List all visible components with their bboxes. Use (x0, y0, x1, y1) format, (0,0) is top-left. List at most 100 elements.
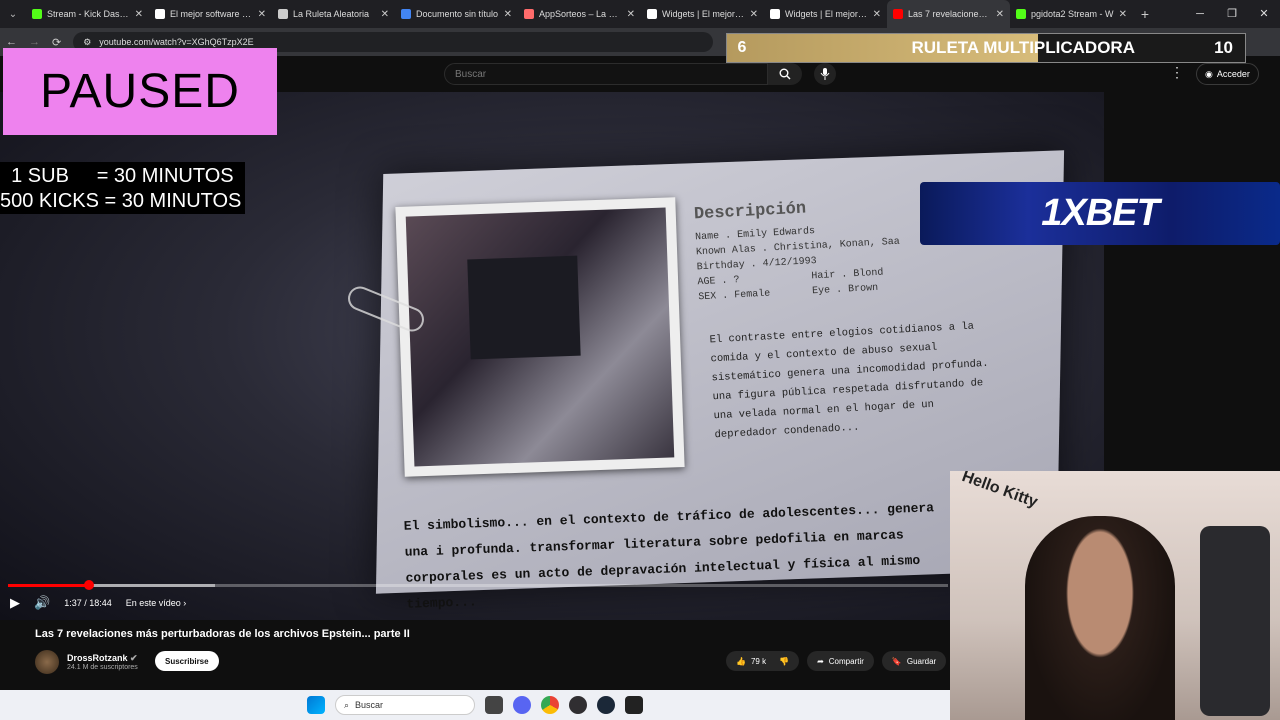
tab-close-icon[interactable]: ✕ (381, 9, 389, 20)
tab-favicon-icon (524, 9, 534, 19)
reload-icon[interactable]: ⟳ (52, 36, 61, 49)
subscriber-count: 24.1 M de suscriptores (67, 664, 138, 671)
tab-favicon-icon (278, 9, 288, 19)
tab-favicon-icon (155, 9, 165, 19)
epic-games-icon[interactable] (625, 696, 643, 714)
tab-title: pgidota2 Stream - W (1031, 9, 1114, 19)
browser-tab[interactable]: Las 7 revelaciones m ✕ (887, 0, 1010, 28)
browser-tab-strip: ⌄ Stream - Kick Dashbo ✕ El mejor software… (0, 0, 1280, 28)
back-icon[interactable]: ← (6, 36, 17, 48)
subscribe-button[interactable]: Suscribirse (155, 651, 219, 671)
sponsor-banner: 1XBET (920, 182, 1280, 245)
chapter-label: En este vídeo (125, 598, 181, 608)
roulette-label: RULETA MULTIPLICADORA (911, 38, 1136, 57)
tab-close-icon[interactable]: ✕ (258, 9, 266, 20)
save-button[interactable]: 🔖 Guardar (881, 651, 947, 671)
browser-tab[interactable]: Widgets | El mejor so ✕ (764, 0, 887, 28)
voice-search-button[interactable] (814, 63, 836, 85)
tab-close-icon[interactable]: ✕ (750, 9, 758, 20)
discord-icon[interactable] (513, 696, 531, 714)
share-icon: ➦ (817, 656, 824, 666)
windows-start-icon[interactable] (307, 696, 325, 714)
close-window-icon[interactable]: ✕ (1248, 0, 1280, 28)
channel-info: DrossRotzank ✔ 24.1 M de suscriptores (35, 650, 138, 674)
tab-title: Widgets | El mejor so (785, 9, 868, 19)
chapter-button[interactable]: En este vídeo › (126, 598, 187, 608)
volume-icon[interactable]: 🔊 (34, 595, 50, 611)
tab-favicon-icon (401, 9, 411, 19)
thumbs-down-icon[interactable]: 👎 (779, 657, 789, 666)
sign-in-label: Acceder (1216, 69, 1250, 79)
window-controls: ─ ❐ ✕ (1184, 0, 1280, 28)
site-info-icon[interactable]: ⚙ (83, 37, 91, 48)
share-button[interactable]: ➦ Compartir (807, 651, 874, 671)
browser-tab[interactable]: pgidota2 Stream - W ✕ (1010, 0, 1133, 28)
time-display: 1:37 / 18:44 (64, 598, 112, 608)
browser-tab[interactable]: La Ruleta Aleatoria ✕ (272, 0, 395, 28)
share-label: Compartir (828, 656, 864, 666)
search-icon: ⌕ (344, 699, 350, 710)
document-description: Descripción Name . Emily Edwards Known Al… (694, 195, 903, 306)
tab-close-icon[interactable]: ✕ (996, 9, 1004, 20)
search-input[interactable]: Buscar (444, 63, 768, 85)
tab-close-icon[interactable]: ✕ (504, 9, 512, 20)
tab-close-icon[interactable]: ✕ (873, 9, 881, 20)
play-icon[interactable]: ▶ (10, 595, 20, 611)
task-view-icon[interactable] (485, 696, 503, 714)
tab-search-chevron-icon[interactable]: ⌄ (0, 0, 26, 28)
tab-favicon-icon (32, 9, 42, 19)
browser-tab[interactable]: Widgets | El mejor so ✕ (641, 0, 764, 28)
url-text: youtube.com/watch?v=XGhQ6TzpX2E (99, 37, 254, 47)
document-paragraph: El contraste entre elogios cotidianos a … (709, 320, 989, 442)
obs-icon[interactable] (569, 696, 587, 714)
forward-icon[interactable]: → (29, 36, 40, 48)
search-button[interactable] (768, 63, 802, 85)
taskbar-search-label: Buscar (355, 700, 384, 710)
streamer-figure (1025, 516, 1175, 720)
progress-fill (8, 584, 89, 587)
roulette-right-number: 10 (1214, 38, 1233, 57)
censor-block (467, 255, 581, 360)
chrome-icon[interactable] (541, 696, 559, 714)
more-options-icon[interactable]: ⋮ (1170, 64, 1184, 81)
new-tab-button[interactable]: + (1133, 6, 1157, 22)
tab-title: AppSorteos – La Rule (539, 9, 622, 19)
like-button[interactable]: 👍 79 k 👎 (726, 651, 800, 671)
tab-favicon-icon (1016, 9, 1026, 19)
tab-favicon-icon (893, 9, 903, 19)
tab-title: El mejor software par (170, 9, 253, 19)
tab-title: Stream - Kick Dashbo (47, 9, 130, 19)
tab-title: Documento sin título (416, 9, 499, 19)
channel-name[interactable]: DrossRotzank (67, 653, 128, 663)
microphone-icon (820, 68, 830, 80)
browser-tab[interactable]: AppSorteos – La Rule ✕ (518, 0, 641, 28)
progress-scrubber[interactable] (83, 580, 94, 590)
video-caption: El simbolismo... en el contexto de tráfi… (403, 500, 935, 612)
minimize-icon[interactable]: ─ (1184, 0, 1216, 28)
gaming-chair (1200, 526, 1270, 716)
tab-close-icon[interactable]: ✕ (627, 9, 635, 20)
maximize-icon[interactable]: ❐ (1216, 0, 1248, 28)
paused-overlay: PAUSED (3, 48, 277, 135)
taskbar-search[interactable]: ⌕ Buscar (335, 695, 475, 715)
tab-close-icon[interactable]: ✕ (135, 9, 143, 20)
browser-tab[interactable]: El mejor software par ✕ (149, 0, 272, 28)
sponsor-logo-text: 1XBET (1041, 192, 1159, 234)
search-icon (779, 68, 791, 80)
verified-icon: ✔ (130, 653, 138, 663)
tab-close-icon[interactable]: ✕ (1119, 9, 1127, 20)
video-title: Las 7 revelaciones más perturbadoras de … (35, 628, 410, 640)
roulette-left-number: 6 (737, 39, 747, 56)
browser-tab[interactable]: Stream - Kick Dashbo ✕ (26, 0, 149, 28)
tab-favicon-icon (770, 9, 780, 19)
video-progress-bar[interactable] (8, 580, 948, 590)
browser-tab[interactable]: Documento sin título ✕ (395, 0, 518, 28)
channel-avatar[interactable] (35, 650, 59, 674)
tab-title: Las 7 revelaciones m (908, 9, 991, 19)
windows-taskbar: ⌕ Buscar (0, 690, 950, 720)
censored-photo (395, 197, 685, 477)
thumbs-up-icon: 👍 (736, 656, 746, 666)
sign-in-button[interactable]: ◉ Acceder (1196, 63, 1259, 85)
steam-icon[interactable] (597, 696, 615, 714)
save-label: Guardar (906, 656, 937, 666)
